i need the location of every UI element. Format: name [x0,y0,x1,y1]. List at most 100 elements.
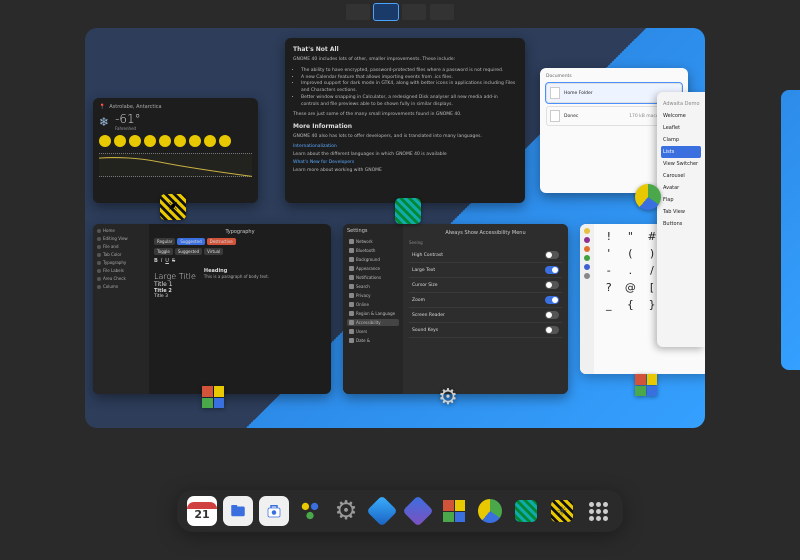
show-apps-button[interactable] [583,496,613,526]
dash-dock[interactable]: 21 ⚙ ☀ [177,490,623,532]
text-editor-window[interactable]: That's Not All GNOME 40 includes lots of… [285,38,525,203]
settings-row[interactable]: Large Text [409,263,562,278]
destructive-button[interactable]: Destructive [207,238,236,245]
settings-window[interactable]: Settings Network Bluetooth Background Ap… [343,224,568,394]
software-app-icon[interactable] [259,496,289,526]
next-workspace-peek[interactable] [781,90,800,370]
sidebar-item-accessibility[interactable]: Accessibility [347,319,399,326]
sidebar-item-region[interactable]: Region & Language [347,310,399,317]
settings-row[interactable]: Screen Reader [409,308,562,323]
files-app-icon[interactable] [223,496,253,526]
list-item[interactable]: Avatar [661,182,701,194]
notes-link[interactable]: Internationalization [293,144,517,149]
calendar-app-icon[interactable]: 21 [187,496,217,526]
typography-window[interactable]: Home Editing View File and Tab Color Typ… [93,224,331,394]
format-bold-icon[interactable]: B [154,258,158,264]
sidebar-item[interactable]: Editing View [97,236,145,241]
list-item[interactable]: Tab View [661,206,701,218]
list-item[interactable]: Buttons [661,218,701,230]
category-dot[interactable] [584,273,590,279]
list-item[interactable]: Leaflet [661,122,701,134]
toggle-switch[interactable] [545,281,559,289]
settings-row[interactable]: Cursor Size [409,278,562,293]
list-item[interactable]: Flap [661,194,701,206]
settings-row[interactable]: High Contrast [409,248,562,263]
sidebar-item-search[interactable]: Search [347,283,399,290]
weather-temperature: -61° [115,112,141,126]
format-italic-icon[interactable]: I [161,258,162,264]
sidebar-item-bluetooth[interactable]: Bluetooth [347,247,399,254]
segment-toggle[interactable]: Suggested [175,248,202,255]
workspace-thumb[interactable] [430,4,454,20]
char-cell[interactable]: ( [620,245,642,262]
category-dot[interactable] [584,228,590,234]
workspace-thumb[interactable] [346,4,370,20]
regular-button[interactable]: Regular [154,238,175,245]
settings-row[interactable]: Sound Keys [409,323,562,338]
toggle-switch[interactable] [545,311,559,319]
list-item[interactable]: Clamp [661,134,701,146]
toggle-switch[interactable] [545,326,559,334]
sidebar-item[interactable]: Tab Color [97,252,145,257]
sidebar-item[interactable]: Area Check [97,276,145,281]
category-dot[interactable] [584,246,590,252]
sidebar-item-appearance[interactable]: Appearance [347,265,399,272]
char-cell[interactable]: _ [598,296,620,313]
list-item[interactable]: View Switcher [661,158,701,170]
typography-main: Typography Regular Suggested Destructive… [149,224,331,394]
char-cell[interactable]: " [620,228,642,245]
sidebar-item-online[interactable]: Online [347,301,399,308]
notes-bullet: Better window snapping in Calculator, a … [301,95,517,109]
large-title-sample: Large Title [154,272,196,281]
category-dot[interactable] [584,255,590,261]
char-cell[interactable]: - [598,262,620,279]
sidebar-item[interactable]: File and [97,244,145,249]
notes-more: GNOME 40 also has lots to offer develope… [293,134,517,141]
settings-app-icon[interactable]: ⚙ [331,496,361,526]
sidebar-item-users[interactable]: Users [347,328,399,335]
char-cell[interactable]: ! [598,228,620,245]
sidebar-item-background[interactable]: Background [347,256,399,263]
weather-window[interactable]: 📍 Astrolabe, Antarctica ❄ -61° Fahrenhei… [93,98,258,203]
segment-toggle[interactable]: Virtual [204,248,223,255]
workspace-thumb-active[interactable] [374,4,398,20]
builder-app-icon[interactable] [511,496,541,526]
notes-link[interactable]: What's New for Developers [293,160,517,165]
sidebar-item-network[interactable]: Network [347,238,399,245]
sidebar-item-date[interactable]: Date & [347,337,399,344]
sidebar-item[interactable]: Typography [97,260,145,265]
notes-link-desc: Learn about the different languages in w… [293,152,517,157]
widget-factory-app-icon[interactable] [439,496,469,526]
char-cell[interactable]: { [620,296,642,313]
adwaita-demo-window[interactable]: Adwaita Demo Welcome Leaflet Clamp Lists… [657,92,705,347]
settings-row[interactable]: Zoom [409,293,562,308]
format-strike-icon[interactable]: S [172,258,175,264]
weather-app-icon[interactable]: ☀ [547,496,577,526]
segment-toggle[interactable]: Toggle [154,248,173,255]
workspace-switcher[interactable] [346,4,454,20]
char-cell[interactable]: @ [620,279,642,296]
disk-usage-app-icon[interactable] [475,496,505,526]
toggle-switch[interactable] [545,296,559,304]
toggle-switch[interactable] [545,266,559,274]
workspace-thumb[interactable] [402,4,426,20]
category-dot[interactable] [584,264,590,270]
sidebar-item[interactable]: Column [97,284,145,289]
sidebar-item-privacy[interactable]: Privacy [347,292,399,299]
sidebar-item[interactable]: File Labels [97,268,145,273]
tweaks-app-icon[interactable] [295,496,325,526]
char-cell[interactable]: . [620,262,642,279]
list-item[interactable]: Carousel [661,170,701,182]
tweaks2-app-icon[interactable] [367,496,397,526]
sidebar-item[interactable]: Home [97,228,145,233]
suggested-button[interactable]: Suggested [177,238,204,245]
list-item[interactable]: Welcome [661,110,701,122]
char-cell[interactable]: ? [598,279,620,296]
sidebar-item-notifications[interactable]: Notifications [347,274,399,281]
list-item-selected[interactable]: Lists [661,146,701,158]
extensions-app-icon[interactable] [403,496,433,526]
toggle-switch[interactable] [545,251,559,259]
char-cell[interactable]: ' [598,245,620,262]
format-underline-icon[interactable]: U [165,258,169,264]
category-dot[interactable] [584,237,590,243]
